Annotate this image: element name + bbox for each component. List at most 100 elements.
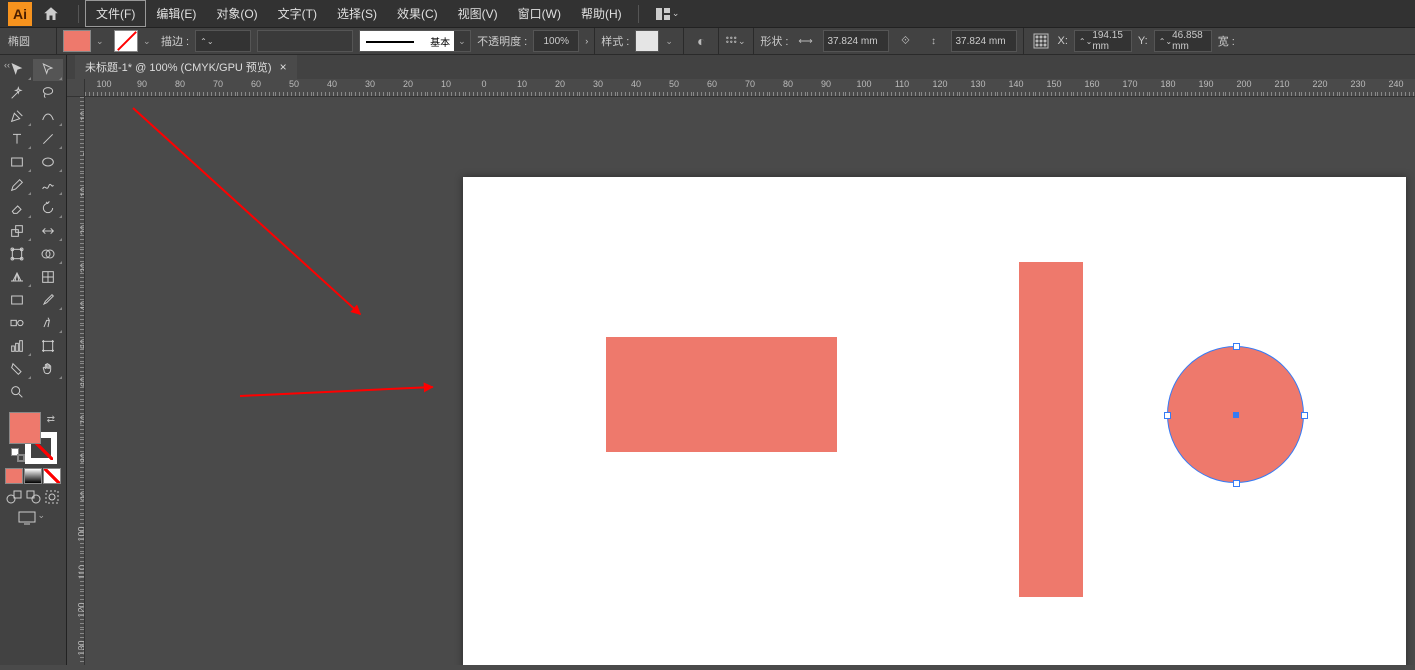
pen-tool[interactable] bbox=[2, 105, 32, 127]
symbol-sprayer-tool[interactable] bbox=[33, 312, 63, 334]
fill-control[interactable]: ⌄ bbox=[63, 30, 108, 52]
slice-tool[interactable] bbox=[2, 358, 32, 380]
direct-selection-tool[interactable] bbox=[33, 59, 63, 81]
menubar: Ai 文件(F) 编辑(E) 对象(O) 文字(T) 选择(S) 效果(C) 视… bbox=[0, 0, 1415, 28]
curvature-tool[interactable] bbox=[33, 105, 63, 127]
menu-file[interactable]: 文件(F) bbox=[85, 0, 146, 27]
swap-fill-stroke-icon[interactable]: ⇄ bbox=[47, 414, 55, 425]
menu-type[interactable]: 文字(T) bbox=[268, 1, 327, 26]
ruler-tick: 30 bbox=[351, 79, 389, 97]
default-fill-stroke-icon[interactable] bbox=[11, 448, 25, 462]
workspace-switcher[interactable]: ⌄ bbox=[653, 8, 683, 20]
scale-tool[interactable] bbox=[2, 220, 32, 242]
draw-mode-row bbox=[2, 488, 64, 506]
selection-handle[interactable] bbox=[1164, 412, 1171, 419]
mesh-tool[interactable] bbox=[33, 266, 63, 288]
shape-label[interactable]: 形状 : bbox=[760, 33, 788, 49]
color-mode-gradient[interactable] bbox=[24, 468, 42, 484]
stroke-profile-dropdown[interactable]: 基本 ⌄ bbox=[359, 30, 471, 52]
ruler-origin[interactable] bbox=[67, 79, 85, 97]
horizontal-ruler[interactable]: 1009080706050403020100102030405060708090… bbox=[85, 79, 1415, 97]
app-logo: Ai bbox=[8, 2, 32, 26]
opacity-input[interactable]: 100% bbox=[533, 30, 579, 52]
x-input[interactable]: ⌃⌄194.15 mm bbox=[1074, 30, 1132, 52]
draw-behind-icon[interactable] bbox=[24, 488, 42, 506]
home-icon[interactable] bbox=[40, 3, 62, 25]
hand-tool[interactable] bbox=[33, 358, 63, 380]
fill-box[interactable] bbox=[9, 412, 41, 444]
column-graph-tool[interactable] bbox=[2, 335, 32, 357]
ellipse-tool[interactable] bbox=[33, 151, 63, 173]
eraser-tool[interactable] bbox=[2, 197, 32, 219]
fill-stroke-swatches[interactable]: ⇄ bbox=[9, 412, 57, 464]
ruler-tick: 50 bbox=[67, 325, 85, 363]
ruler-tick: 190 bbox=[1187, 79, 1225, 97]
graphic-style-dropdown[interactable] bbox=[635, 30, 659, 52]
stroke-style: 基本 bbox=[360, 31, 454, 51]
zoom-tool[interactable] bbox=[2, 381, 32, 403]
rectangle-shape-1[interactable] bbox=[606, 337, 837, 452]
shape-width-input[interactable]: 37.824 mm bbox=[823, 30, 889, 52]
ruler-tick: 170 bbox=[1111, 79, 1149, 97]
blend-tool[interactable] bbox=[2, 312, 32, 334]
perspective-grid-tool[interactable] bbox=[2, 266, 32, 288]
rotate-tool[interactable] bbox=[33, 197, 63, 219]
ruler-tick: 20 bbox=[389, 79, 427, 97]
color-mode-none[interactable] bbox=[43, 468, 61, 484]
selection-tool[interactable] bbox=[2, 59, 32, 81]
draw-normal-icon[interactable] bbox=[5, 488, 23, 506]
eyedropper-tool[interactable] bbox=[33, 289, 63, 311]
menu-select[interactable]: 选择(S) bbox=[327, 1, 387, 26]
selection-handle[interactable] bbox=[1233, 480, 1240, 487]
y-input[interactable]: ⌃⌄46.858 mm bbox=[1154, 30, 1212, 52]
align-icon[interactable]: ⌄ bbox=[725, 30, 747, 52]
menu-edit[interactable]: 编辑(E) bbox=[146, 1, 206, 26]
shape-builder-tool[interactable] bbox=[33, 243, 63, 265]
stroke-swatch[interactable] bbox=[114, 30, 138, 52]
stroke-label[interactable]: 描边 : bbox=[161, 33, 189, 49]
link-wh-icon[interactable]: ⟐ bbox=[895, 30, 917, 52]
color-mode-solid[interactable] bbox=[5, 468, 23, 484]
vertical-ruler[interactable]: 100102030405060708090100110120130 bbox=[67, 97, 85, 665]
shape-height-input[interactable]: 37.824 mm bbox=[951, 30, 1017, 52]
screen-mode-row[interactable]: ⌄ bbox=[2, 510, 64, 526]
fill-swatch[interactable] bbox=[63, 30, 91, 52]
selection-center[interactable] bbox=[1233, 412, 1239, 418]
lasso-tool[interactable] bbox=[33, 82, 63, 104]
document-tab[interactable]: 未标题-1* @ 100% (CMYK/GPU 预览) × bbox=[75, 54, 297, 79]
stroke-dash-dropdown[interactable] bbox=[257, 30, 353, 52]
free-transform-tool[interactable] bbox=[2, 243, 32, 265]
type-tool[interactable] bbox=[2, 128, 32, 150]
ruler-tick: 50 bbox=[655, 79, 693, 97]
ruler-tick: 60 bbox=[693, 79, 731, 97]
line-tool[interactable] bbox=[33, 128, 63, 150]
rectangle-shape-2[interactable] bbox=[1019, 262, 1083, 597]
stroke-control[interactable]: ⌄ bbox=[114, 30, 155, 52]
menu-help[interactable]: 帮助(H) bbox=[571, 1, 632, 26]
ruler-tick: 40 bbox=[313, 79, 351, 97]
style-label[interactable]: 样式 : bbox=[601, 33, 629, 49]
rectangle-tool[interactable] bbox=[2, 151, 32, 173]
menu-window[interactable]: 窗口(W) bbox=[508, 1, 571, 26]
toolbox: ⇄ ⌄ bbox=[0, 55, 67, 665]
draw-inside-icon[interactable] bbox=[43, 488, 61, 506]
width-tool[interactable] bbox=[33, 220, 63, 242]
menu-view[interactable]: 视图(V) bbox=[448, 1, 508, 26]
selection-handle[interactable] bbox=[1233, 343, 1240, 350]
close-icon[interactable]: × bbox=[280, 60, 287, 74]
stroke-weight-input[interactable]: ⌃⌄ bbox=[195, 30, 251, 52]
transform-reference-icon[interactable] bbox=[1030, 30, 1052, 52]
ruler-tick: 200 bbox=[1225, 79, 1263, 97]
artboard-tool[interactable] bbox=[33, 335, 63, 357]
canvas-viewport[interactable] bbox=[85, 97, 1415, 665]
paintbrush-tool[interactable] bbox=[2, 174, 32, 196]
gradient-tool[interactable] bbox=[2, 289, 32, 311]
shaper-tool[interactable] bbox=[33, 174, 63, 196]
menu-object[interactable]: 对象(O) bbox=[206, 1, 267, 26]
opacity-label[interactable]: 不透明度 : bbox=[477, 33, 527, 49]
magic-wand-tool[interactable] bbox=[2, 82, 32, 104]
selection-handle[interactable] bbox=[1301, 412, 1308, 419]
ruler-tick: 70 bbox=[67, 401, 85, 439]
recolor-icon[interactable]: ◐ bbox=[690, 30, 712, 52]
menu-effect[interactable]: 效果(C) bbox=[387, 1, 448, 26]
